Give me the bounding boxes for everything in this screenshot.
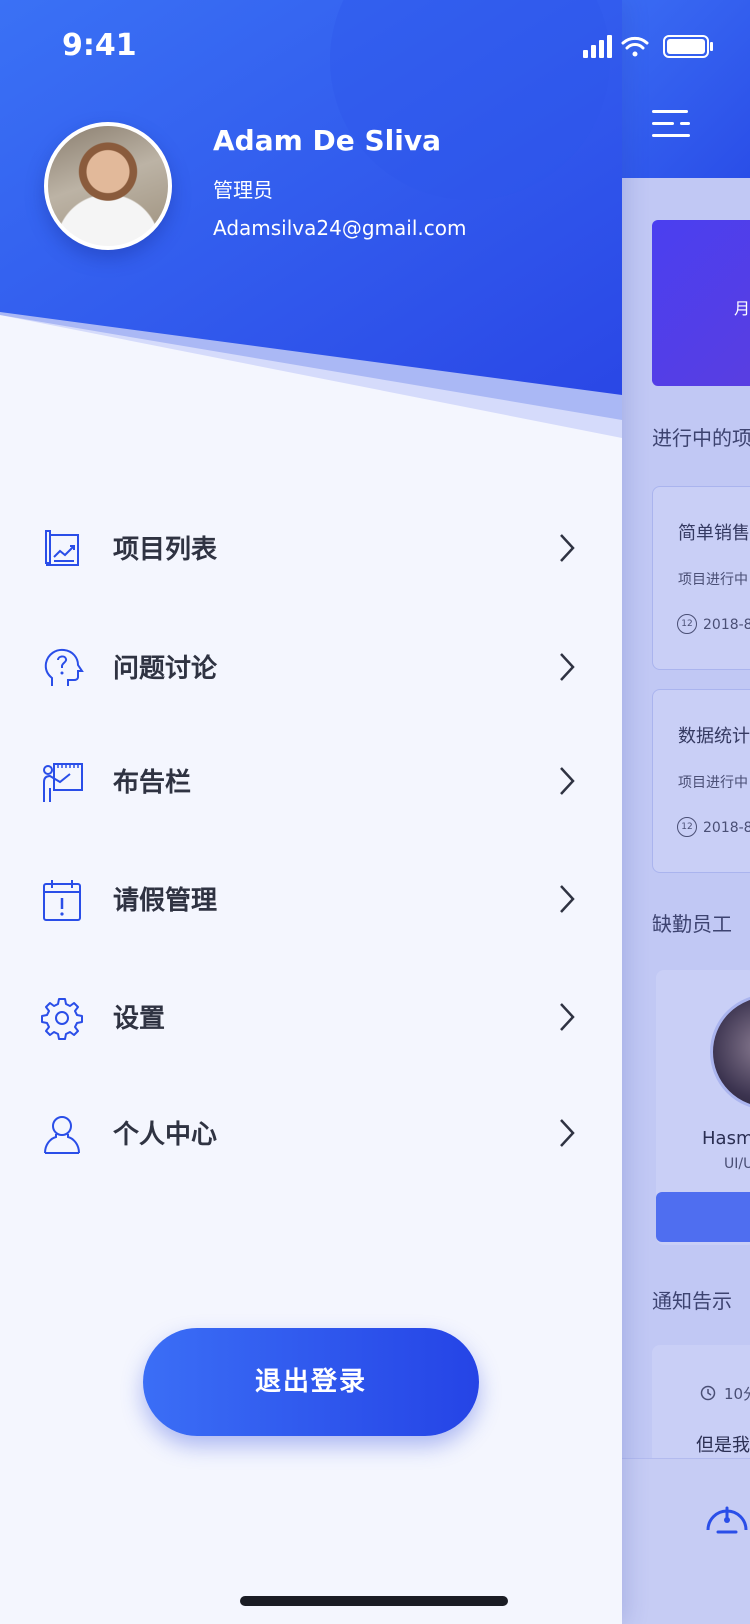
project-chart-icon [45, 530, 79, 566]
menu-item-project-list[interactable]: 项目列表 [0, 507, 622, 587]
chevron-right-icon [560, 534, 575, 562]
menu-item-discussion[interactable]: 问题讨论 [0, 626, 622, 706]
signal-icon [583, 35, 612, 58]
project-date: 2018-8 [703, 820, 750, 836]
clock-icon: 12 [677, 817, 697, 837]
background-dashboard: 月 进行中的项 简单销售 项目进行中 12 2018-8 数据统计 项目进行中 … [622, 0, 750, 1624]
section-title-absent: 缺勤员工 [652, 912, 732, 936]
chevron-right-icon [560, 885, 575, 913]
absent-employee-card[interactable]: Hasm UI/U [656, 970, 750, 1245]
section-title-projects: 进行中的项 [652, 426, 750, 450]
project-card[interactable]: 简单销售 项目进行中 12 2018-8 [652, 486, 750, 670]
employee-name: Hasm [702, 1128, 750, 1149]
menu-item-label: 问题讨论 [113, 654, 218, 684]
project-title: 简单销售 [678, 523, 750, 544]
menu-item-settings[interactable]: 设置 [0, 976, 622, 1056]
logout-button[interactable]: 退出登录 [143, 1328, 479, 1436]
project-date: 2018-8 [703, 617, 750, 633]
battery-icon [663, 35, 713, 58]
dashboard-gauge-icon[interactable] [704, 1496, 750, 1536]
employee-avatar [710, 994, 750, 1110]
chevron-right-icon [560, 1119, 575, 1147]
question-head-icon [44, 648, 84, 686]
gear-icon [41, 998, 83, 1040]
project-title: 数据统计 [678, 726, 750, 747]
status-bar-icons [583, 35, 713, 58]
user-email: Adamsilva24@gmail.com [213, 216, 467, 240]
menu-item-label: 请假管理 [113, 886, 218, 916]
tab-bar [622, 1458, 750, 1624]
project-card[interactable]: 数据统计 项目进行中 12 2018-8 [652, 689, 750, 873]
calendar-alert-icon [43, 880, 81, 921]
user-name: Adam De Sliva [213, 124, 442, 157]
employee-action-button[interactable] [656, 1192, 750, 1242]
side-drawer: 9:41 Adam De Sliva 管理员 Adamsilva24@gmail… [0, 0, 622, 1624]
status-bar-time: 9:41 [62, 28, 137, 63]
user-role: 管理员 [213, 178, 273, 202]
clock-icon: 12 [677, 614, 697, 634]
menu-item-label: 项目列表 [113, 535, 218, 565]
section-title-notice: 通知告示 [652, 1289, 732, 1313]
user-icon [44, 1116, 80, 1154]
notice-time: 10分 [724, 1385, 750, 1403]
chevron-right-icon [560, 767, 575, 795]
menu-item-label: 个人中心 [113, 1120, 218, 1150]
menu-toggle-icon[interactable] [652, 110, 692, 138]
user-avatar[interactable] [44, 122, 172, 250]
presentation-board-icon [43, 763, 83, 802]
menu-item-label: 布告栏 [113, 768, 192, 798]
employee-role: UI/U [724, 1156, 750, 1172]
notice-card[interactable]: 10分 但是我 [652, 1345, 750, 1465]
banner-text: 月 [734, 299, 750, 318]
menu-item-bulletin[interactable]: 布告栏 [0, 740, 622, 820]
dashboard-header [622, 0, 750, 178]
menu-item-profile[interactable]: 个人中心 [0, 1092, 622, 1172]
menu-item-label: 设置 [113, 1004, 166, 1034]
notice-text: 但是我 [696, 1435, 750, 1456]
home-indicator[interactable] [240, 1596, 508, 1606]
project-status: 项目进行中 [678, 572, 748, 588]
chevron-right-icon [560, 653, 575, 681]
project-status: 项目进行中 [678, 775, 748, 791]
time-icon [700, 1385, 716, 1401]
wifi-icon [621, 36, 649, 57]
chevron-right-icon [560, 1003, 575, 1031]
menu-item-leave-management[interactable]: 请假管理 [0, 858, 622, 938]
